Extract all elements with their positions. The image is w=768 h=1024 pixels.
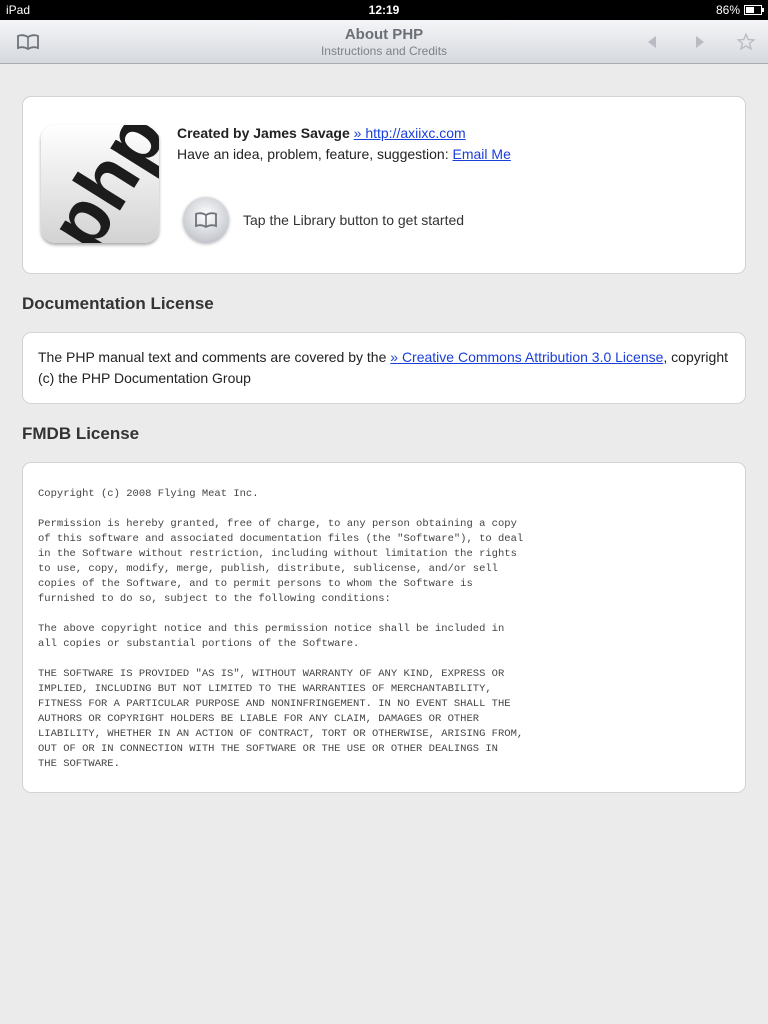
email-me-link[interactable]: Email Me	[453, 146, 511, 162]
navigation-toolbar: About PHP Instructions and Credits	[0, 20, 768, 64]
documentation-license-card: The PHP manual text and comments are cov…	[22, 332, 746, 404]
battery-indicator: 86%	[715, 3, 764, 17]
php-logo-icon: php	[41, 125, 159, 243]
battery-icon	[744, 5, 764, 15]
php-logo: php	[41, 125, 159, 243]
battery-percent: 86%	[715, 3, 740, 17]
star-icon	[737, 33, 755, 51]
fmdb-license-heading: FMDB License	[22, 424, 140, 443]
documentation-license-heading: Documentation License	[22, 294, 214, 313]
documentation-license-text: The PHP manual text and comments are cov…	[38, 349, 387, 365]
clock: 12:19	[368, 3, 400, 17]
back-arrow-icon	[648, 36, 656, 48]
status-bar: iPad 12:19 86%	[0, 0, 768, 20]
intro-card: php Created by James Savage » http://axi…	[22, 96, 746, 274]
fmdb-license-card: Copyright (c) 2008 Flying Meat Inc. Perm…	[22, 462, 746, 793]
forward-button[interactable]	[688, 30, 712, 54]
author-credit: Created by James Savage	[177, 125, 350, 141]
feedback-prompt: Have an idea, problem, feature, suggesti…	[177, 146, 449, 162]
forward-arrow-icon	[696, 36, 704, 48]
library-tip: Tap the Library button to get started	[183, 197, 464, 243]
bookmark-button[interactable]	[734, 30, 758, 54]
back-button[interactable]	[640, 30, 664, 54]
creative-commons-link[interactable]: » Creative Commons Attribution 3.0 Licen…	[390, 349, 663, 365]
svg-text:php: php	[41, 125, 159, 243]
fmdb-license-text: Copyright (c) 2008 Flying Meat Inc. Perm…	[38, 488, 524, 770]
content-area: php Created by James Savage » http://axi…	[22, 96, 746, 793]
library-tip-button[interactable]	[183, 197, 229, 243]
author-site-link[interactable]: » http://axiixc.com	[354, 125, 466, 141]
library-tip-text: Tap the Library button to get started	[243, 212, 465, 228]
carrier-label: iPad	[6, 3, 31, 17]
book-icon	[195, 212, 217, 229]
